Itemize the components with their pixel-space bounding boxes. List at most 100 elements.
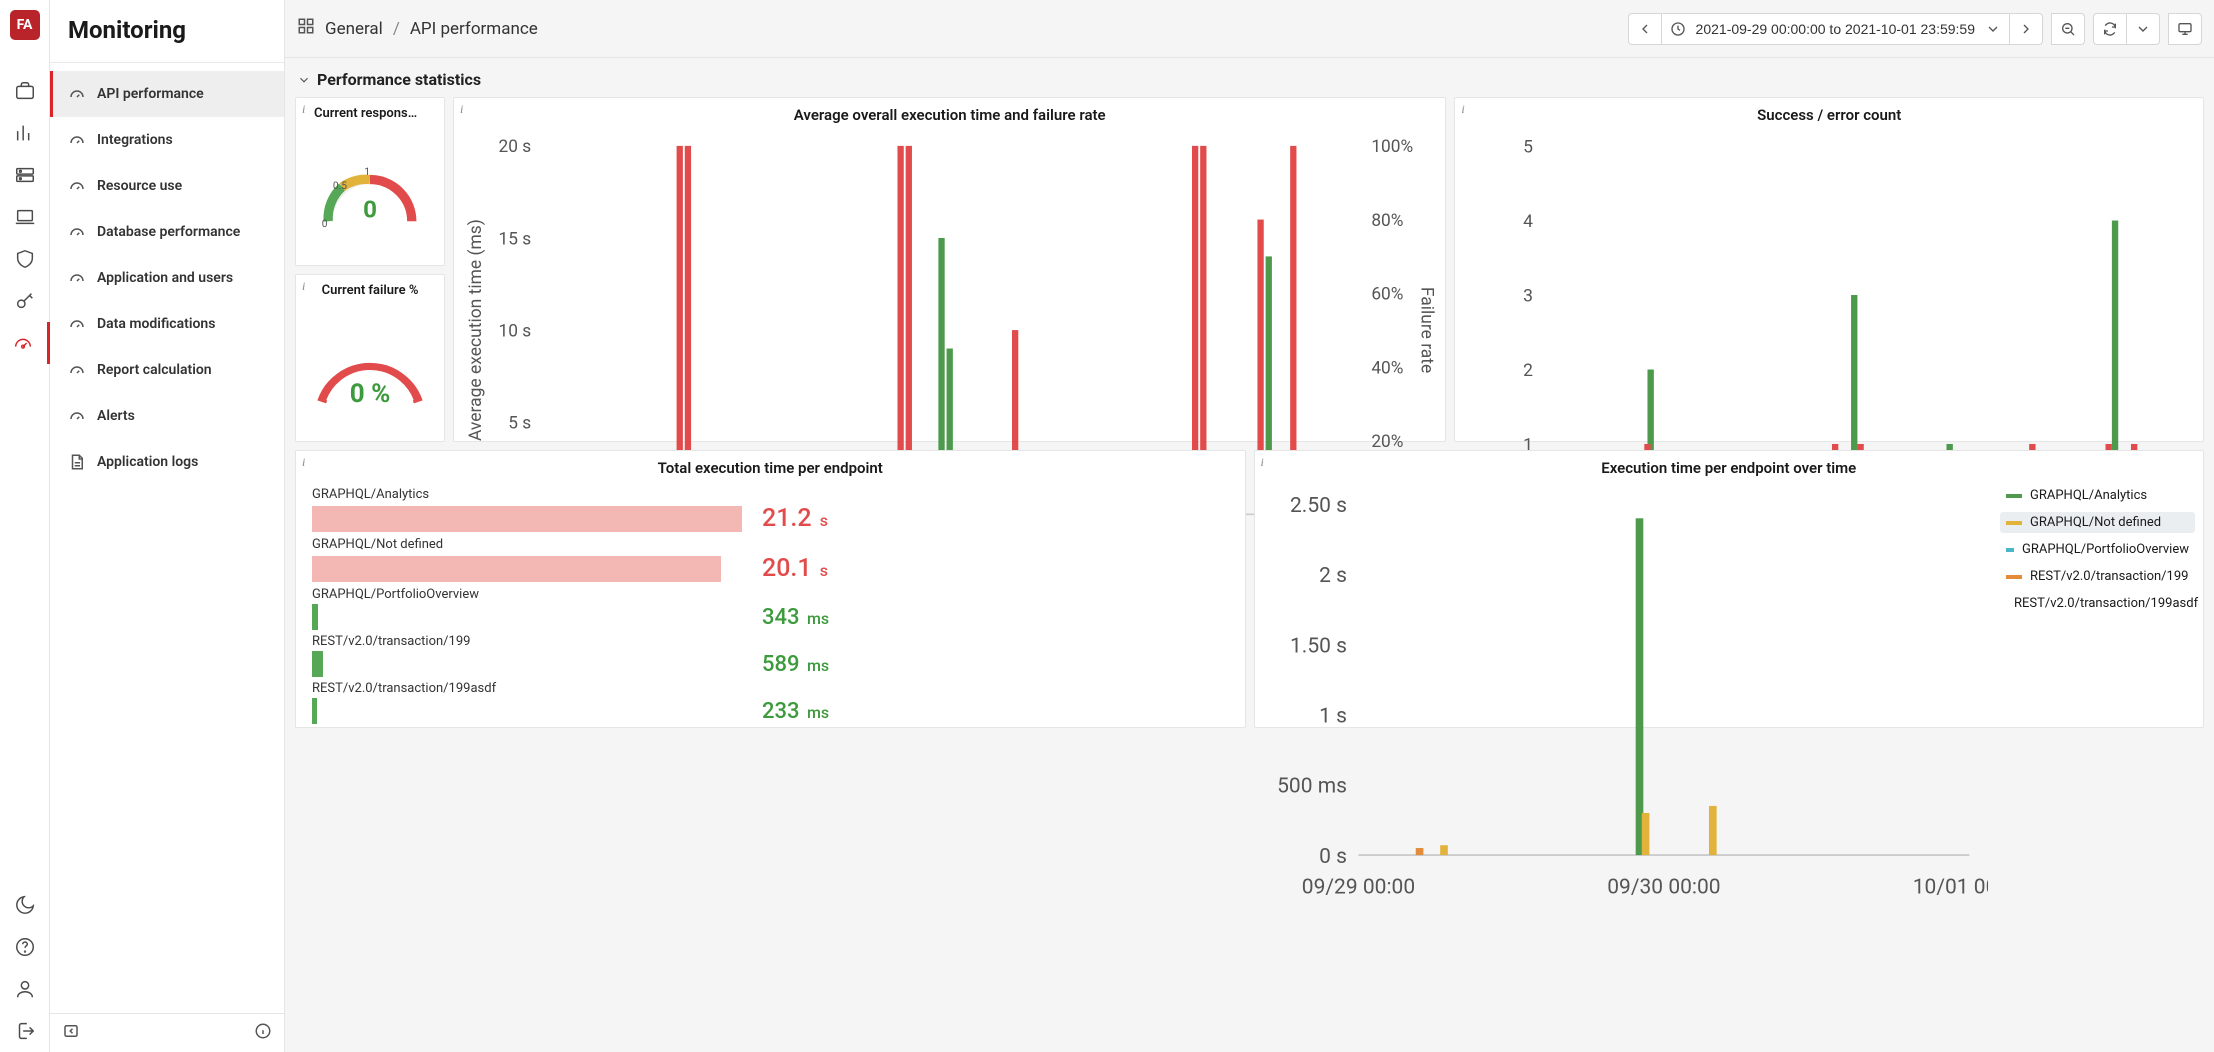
panel-title: Execution time per endpoint over time <box>1263 459 2196 477</box>
rail-logout-icon[interactable] <box>0 1010 50 1052</box>
endpoint-label: GRAPHQL/PortfolioOverview <box>312 587 1229 602</box>
svg-text:60%: 60% <box>1371 285 1403 305</box>
endpoint-value: 343 ms <box>762 605 829 630</box>
svg-text:Failure rate: Failure rate <box>1417 287 1437 373</box>
timerange-picker: 2021-09-29 00:00:00 to 2021-10-01 23:59:… <box>1628 13 2043 45</box>
svg-text:3: 3 <box>1524 286 1534 306</box>
rail-chart-icon[interactable] <box>0 112 50 154</box>
zoom-out-button[interactable] <box>2051 13 2085 45</box>
sidebar-item[interactable]: API performance <box>50 71 284 117</box>
breadcrumb-page[interactable]: API performance <box>410 19 538 39</box>
panel-info-icon[interactable]: i <box>302 102 305 117</box>
timerange-text: 2021-09-29 00:00:00 to 2021-10-01 23:59:… <box>1686 21 1985 37</box>
svg-text:0: 0 <box>322 219 328 230</box>
sidebar-item[interactable]: Alerts <box>50 393 284 439</box>
svg-text:0: 0 <box>363 196 377 224</box>
collapse-sidebar-icon[interactable] <box>62 1022 80 1044</box>
sidebar-item-label: Alerts <box>97 408 135 424</box>
timerange-next-button[interactable] <box>2010 13 2043 45</box>
rail-key-icon[interactable] <box>0 280 50 322</box>
svg-text:2 s: 2 s <box>1319 563 1347 588</box>
panel-info-icon[interactable]: i <box>460 102 463 117</box>
dashboard-grid-icon[interactable] <box>297 17 315 40</box>
panel-title: Total execution time per endpoint <box>304 459 1237 477</box>
section-header[interactable]: Performance statistics <box>295 66 2204 97</box>
sidebar-item[interactable]: Report calculation <box>50 347 284 393</box>
endpoint-label: GRAPHQL/Not defined <box>312 537 1229 552</box>
rail-moon-icon[interactable] <box>0 884 50 926</box>
sidebar-item[interactable]: Application logs <box>50 439 284 485</box>
svg-text:20 s: 20 s <box>499 137 532 157</box>
rail-transactions-icon[interactable] <box>0 154 50 196</box>
svg-text:5: 5 <box>1524 137 1534 157</box>
timerange-prev-button[interactable] <box>1628 13 1662 45</box>
svg-text:0 s: 0 s <box>1319 844 1347 869</box>
panel-total-per-endpoint: i Total execution time per endpoint GRAP… <box>295 450 1246 728</box>
svg-text:5 s: 5 s <box>508 413 531 433</box>
panel-info-icon[interactable]: i <box>302 455 305 470</box>
endpoint-bar-row: REST/v2.0/transaction/199 589 ms <box>312 634 1229 677</box>
endpoint-value: 589 ms <box>762 652 829 677</box>
rail-briefcase-icon[interactable] <box>0 70 50 112</box>
svg-text:1.50 s: 1.50 s <box>1290 633 1347 658</box>
endpoint-value: 21.2 s <box>762 504 828 533</box>
panel-success-error: i Success / error count 01234509/29 00:0… <box>1454 97 2204 442</box>
panel-title: Current respons… <box>304 106 436 121</box>
sidebar-item[interactable]: Data modifications <box>50 301 284 347</box>
legend-item[interactable]: GRAPHQL/PortfolioOverview <box>2000 539 2195 560</box>
breadcrumb-sep: / <box>393 19 400 39</box>
refresh-interval-button[interactable] <box>2127 13 2160 45</box>
svg-text:4: 4 <box>1524 212 1534 232</box>
gauge-icon <box>67 176 87 196</box>
sidebar-item-label: Database performance <box>97 224 240 240</box>
endpoint-bar-row: GRAPHQL/Analytics 21.2 s <box>312 487 1229 533</box>
endpoint-label: REST/v2.0/transaction/199 <box>312 634 1229 649</box>
svg-text:2: 2 <box>1524 361 1534 381</box>
gauge-icon <box>67 268 87 288</box>
rail-laptop-icon[interactable] <box>0 196 50 238</box>
rail-shield-icon[interactable] <box>0 238 50 280</box>
svg-text:09/29 00:00: 09/29 00:00 <box>1301 875 1414 900</box>
sidebar-item-label: Data modifications <box>97 316 215 332</box>
refresh-button[interactable] <box>2093 13 2127 45</box>
chevron-down-icon <box>1985 21 2001 37</box>
svg-text:Average execution time (ms): Average execution time (ms) <box>466 219 486 441</box>
panel-info-icon[interactable]: i <box>1261 455 1264 470</box>
panel-info-icon[interactable]: i <box>302 279 305 294</box>
legend-item[interactable]: GRAPHQL/Not defined <box>2000 512 2195 533</box>
clock-icon <box>1670 21 1686 37</box>
sidebar-item[interactable]: Integrations <box>50 117 284 163</box>
section-title: Performance statistics <box>317 70 481 89</box>
legend-item[interactable]: REST/v2.0/transaction/199 <box>2000 566 2195 587</box>
sidebar-item-label: Resource use <box>97 178 182 194</box>
panel-title: Current failure % <box>304 283 436 298</box>
svg-text:1 s: 1 s <box>1319 703 1347 728</box>
sidebar-item-label: Application and users <box>97 270 233 286</box>
endpoint-value: 233 ms <box>762 699 829 724</box>
timerange-button[interactable]: 2021-09-29 00:00:00 to 2021-10-01 23:59:… <box>1662 13 2010 45</box>
panel-title: Average overall execution time and failu… <box>462 106 1437 124</box>
sidebar-item[interactable]: Resource use <box>50 163 284 209</box>
rail-gauge-icon[interactable] <box>0 322 50 364</box>
sidebar-item[interactable]: Database performance <box>50 209 284 255</box>
endpoint-label: GRAPHQL/Analytics <box>312 487 1229 502</box>
svg-text:10/01 00:00: 10/01 00:00 <box>1912 875 1988 900</box>
gauge-icon <box>67 360 87 380</box>
svg-text:1: 1 <box>364 167 370 178</box>
breadcrumb-folder[interactable]: General <box>325 19 383 39</box>
legend-item[interactable]: REST/v2.0/transaction/199asdf <box>2000 593 2195 614</box>
sidebar-item[interactable]: Application and users <box>50 255 284 301</box>
legend-item[interactable]: GRAPHQL/Analytics <box>2000 485 2195 506</box>
panel-info-icon[interactable]: i <box>1461 102 1464 117</box>
svg-text:10 s: 10 s <box>499 321 532 341</box>
endpoint-bar-row: REST/v2.0/transaction/199asdf233 ms <box>312 681 1229 724</box>
gauge-icon <box>67 406 87 426</box>
rail-user-icon[interactable] <box>0 968 50 1010</box>
sidebar-title: Monitoring <box>50 0 284 63</box>
svg-text:2.50 s: 2.50 s <box>1290 493 1347 518</box>
monitor-button[interactable] <box>2168 13 2202 45</box>
gauge-icon <box>67 84 87 104</box>
rail-help-icon[interactable] <box>0 926 50 968</box>
endpoint-bar-row: GRAPHQL/PortfolioOverview 343 ms <box>312 587 1229 630</box>
info-icon[interactable] <box>254 1022 272 1044</box>
